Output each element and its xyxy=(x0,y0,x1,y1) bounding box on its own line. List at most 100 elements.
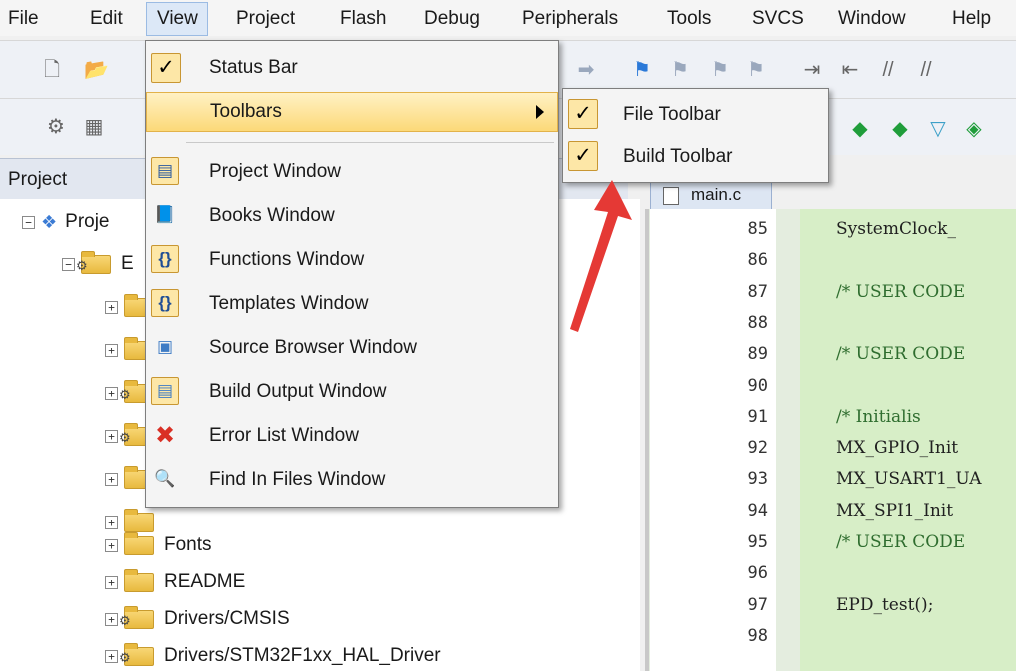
line-number: 91 xyxy=(747,406,768,427)
books-window-icon: 📘 xyxy=(154,205,176,224)
menu-item-label: Templates Window xyxy=(209,293,369,314)
tree-row-hal-driver[interactable]: + Drivers/STM32F1xx_HAL_Driver xyxy=(105,641,441,671)
tree-label: Drivers/STM32F1xx_HAL_Driver xyxy=(164,645,441,666)
bookmark-prev-icon[interactable]: ⚑ xyxy=(668,58,692,82)
manage-components-icon[interactable]: ◆ xyxy=(848,117,872,141)
folder-icon xyxy=(124,531,154,555)
select-packs-icon[interactable]: ◆ xyxy=(888,117,912,141)
menu-window[interactable]: Window xyxy=(838,8,906,32)
expand-icon[interactable]: + xyxy=(105,575,118,589)
view-menu: ✓ Status Bar Toolbars ▤ Project Window 📘… xyxy=(145,40,559,508)
menu-flash[interactable]: Flash xyxy=(340,8,386,32)
expand-icon[interactable]: + xyxy=(105,343,118,357)
menu-item-label: Source Browser Window xyxy=(209,337,418,358)
translate-icon[interactable]: ⚙ xyxy=(44,115,68,139)
tree-row-fonts[interactable]: + Fonts xyxy=(105,530,212,560)
line-number: 89 xyxy=(747,344,768,365)
find-in-files-icon: 🔍 xyxy=(154,469,176,488)
menu-item-label: Status Bar xyxy=(209,57,298,78)
code-line: /* USER CODE xyxy=(836,281,966,302)
unindent-icon[interactable]: ⇤ xyxy=(838,58,862,82)
bookmark-icon[interactable]: ⚑ xyxy=(630,58,654,82)
indent-icon[interactable]: ⇥ xyxy=(800,58,824,82)
menu-item-source-browser-window[interactable]: ▣ Source Browser Window xyxy=(146,329,558,367)
tree-row-target[interactable]: − E xyxy=(62,249,134,279)
forward-icon[interactable]: ➡ xyxy=(574,58,598,82)
menu-peripherals[interactable]: Peripherals xyxy=(522,8,618,32)
folder-icon xyxy=(124,508,154,532)
code-line: EPD_test(); xyxy=(836,594,934,615)
code-line: MX_USART1_UA xyxy=(836,469,982,490)
menu-item-find-in-files-window[interactable]: 🔍 Find In Files Window xyxy=(146,461,558,499)
expand-icon[interactable]: + xyxy=(105,649,118,663)
menu-debug[interactable]: Debug xyxy=(424,8,480,32)
expand-icon[interactable]: + xyxy=(105,386,118,400)
menu-item-label: Error List Window xyxy=(209,425,359,446)
collapse-icon[interactable]: − xyxy=(22,215,35,229)
bookmark-next-icon[interactable]: ⚑ xyxy=(708,58,732,82)
source-browser-icon: ▣ xyxy=(156,337,174,356)
line-number: 95 xyxy=(747,532,768,552)
bookmark-clear-icon[interactable]: ⚑ xyxy=(744,58,768,82)
tree-row-project[interactable]: − ❖ Proje xyxy=(22,207,110,237)
menu-item-status-bar[interactable]: ✓ Status Bar xyxy=(146,49,558,87)
collapse-icon[interactable]: − xyxy=(62,257,75,271)
line-number: 96 xyxy=(747,563,768,584)
line-number: 87 xyxy=(747,281,768,302)
expand-icon[interactable]: + xyxy=(105,515,118,529)
pack-installer-icon[interactable]: ▽ xyxy=(926,117,950,141)
menu-item-label: Books Window xyxy=(209,205,335,226)
tree-row-readme[interactable]: + README xyxy=(105,567,245,597)
expand-icon[interactable]: + xyxy=(105,429,118,443)
menu-item-functions-window[interactable]: {} Functions Window xyxy=(146,241,558,279)
menu-project[interactable]: Project xyxy=(236,8,295,32)
project-root-icon: ❖ xyxy=(41,211,58,232)
toolbars-submenu: ✓ File Toolbar ✓ Build Toolbar xyxy=(562,88,829,183)
new-file-icon[interactable]: 🗋 xyxy=(40,58,64,82)
expand-icon[interactable]: + xyxy=(105,472,118,486)
submenu-item-label: Build Toolbar xyxy=(623,146,733,167)
expand-icon[interactable]: + xyxy=(105,300,118,314)
menu-item-toolbars[interactable]: Toolbars xyxy=(146,92,558,132)
open-file-icon[interactable]: 📂 xyxy=(84,58,109,82)
menu-item-build-output-window[interactable]: ▤ Build Output Window xyxy=(146,373,558,411)
menu-item-project-window[interactable]: ▤ Project Window xyxy=(146,153,558,191)
tree-row-cmsis[interactable]: + Drivers/CMSIS xyxy=(105,604,290,634)
folder-icon xyxy=(124,568,154,592)
line-number: 94 xyxy=(747,500,768,521)
file-icon xyxy=(663,187,679,205)
folder-icon xyxy=(76,250,111,274)
menu-help[interactable]: Help xyxy=(952,8,991,32)
line-number: 93 xyxy=(747,469,768,490)
project-window-icon: ▤ xyxy=(151,157,179,185)
editor-tab[interactable]: main.c xyxy=(650,180,772,211)
tree-label: E xyxy=(121,253,134,274)
build-output-icon: ▤ xyxy=(151,377,179,405)
expand-icon[interactable]: + xyxy=(105,538,118,552)
code-line: SystemClock_ xyxy=(836,219,956,239)
menu-item-books-window[interactable]: 📘 Books Window xyxy=(146,197,558,235)
menu-tools[interactable]: Tools xyxy=(667,8,711,32)
menu-svcs[interactable]: SVCS xyxy=(752,8,804,32)
code-line: /* Initialis xyxy=(836,406,921,427)
line-number: 98 xyxy=(747,625,768,646)
tree-label: Fonts xyxy=(164,534,212,555)
run-time-env-icon[interactable]: ◈ xyxy=(962,117,986,141)
menu-file[interactable]: File xyxy=(8,8,39,32)
menu-item-label: Toolbars xyxy=(210,101,282,122)
comment-icon[interactable]: // xyxy=(876,58,900,82)
submenu-item-file-toolbar[interactable]: ✓ File Toolbar xyxy=(563,95,828,135)
menu-view[interactable]: View xyxy=(157,8,198,32)
expand-icon[interactable]: + xyxy=(105,612,118,626)
submenu-item-build-toolbar[interactable]: ✓ Build Toolbar xyxy=(563,137,828,177)
menu-edit[interactable]: Edit xyxy=(90,8,123,32)
tree-label: Proje xyxy=(65,211,110,232)
menu-item-error-list-window[interactable]: ✖ Error List Window xyxy=(146,417,558,455)
menu-item-label: Find In Files Window xyxy=(209,469,386,490)
project-pane-title: Project xyxy=(8,169,68,190)
uncomment-icon[interactable]: // xyxy=(914,58,938,82)
code-line: MX_SPI1_Init xyxy=(836,500,954,521)
build-icon[interactable]: ▦ xyxy=(82,115,106,139)
checkmark-icon: ✓ xyxy=(151,53,181,83)
menu-item-templates-window[interactable]: {} Templates Window xyxy=(146,285,558,323)
